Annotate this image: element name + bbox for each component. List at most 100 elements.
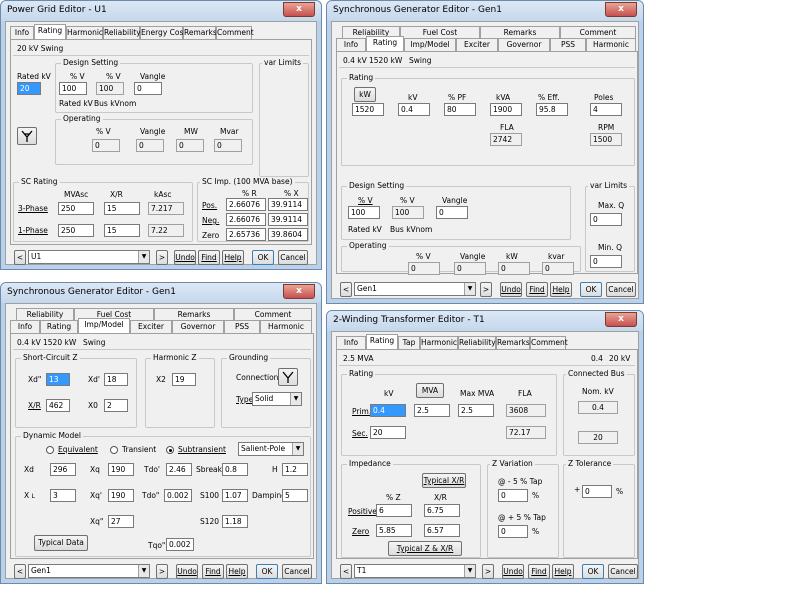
pos-r-input[interactable]: 2.66076: [226, 198, 266, 211]
grounding-type-dropdown[interactable]: Solid ▼: [252, 392, 302, 406]
damping-input[interactable]: 5: [282, 489, 308, 502]
next-button[interactable]: >: [480, 282, 492, 297]
cancel-button[interactable]: Cancel: [278, 250, 308, 265]
ok-button[interactable]: OK: [256, 564, 278, 579]
tolerance-input[interactable]: 0: [582, 485, 612, 498]
xq1-input[interactable]: 190: [108, 489, 134, 502]
tab-remarks[interactable]: Remarks: [496, 336, 530, 349]
tab-reliability[interactable]: Reliability: [103, 26, 141, 39]
tab-reliability[interactable]: Reliability: [458, 336, 496, 349]
tab-info[interactable]: Info: [10, 26, 34, 39]
title-bar[interactable]: 2-Winding Transformer Editor - T1 x: [327, 311, 643, 331]
tdo1-input[interactable]: 2.46: [166, 463, 192, 476]
equivalent-radio[interactable]: [46, 446, 54, 454]
design-v-input[interactable]: 100: [59, 82, 87, 95]
tab-tap[interactable]: Tap: [398, 336, 420, 349]
grid-symbol-button[interactable]: [17, 127, 37, 145]
close-button[interactable]: x: [283, 2, 315, 17]
tab-rating[interactable]: Rating: [34, 24, 66, 39]
tab-imp-model[interactable]: Imp/Model: [404, 38, 456, 51]
minus5-input[interactable]: 0: [498, 489, 528, 502]
sbreak-input[interactable]: 0.8: [222, 463, 248, 476]
tab-exciter[interactable]: Exciter: [456, 38, 498, 51]
id-dropdown[interactable]: T1 ▼: [354, 564, 476, 578]
xr-input[interactable]: 462: [46, 399, 70, 412]
prev-button[interactable]: <: [340, 282, 352, 297]
design-vangle-input[interactable]: 0: [134, 82, 162, 95]
close-button[interactable]: x: [605, 312, 637, 327]
id-dropdown[interactable]: Gen1 ▼: [28, 564, 150, 578]
tab-remarks[interactable]: Remarks: [183, 26, 217, 39]
kv-input[interactable]: 0.4: [398, 103, 430, 116]
sec-kv-input[interactable]: 20: [370, 426, 406, 439]
prev-button[interactable]: <: [14, 250, 26, 265]
pos-x-input[interactable]: 39.9114: [268, 198, 308, 211]
tab-info[interactable]: Info: [336, 38, 366, 51]
xd1-input[interactable]: 18: [104, 373, 128, 386]
rotor-type-dropdown[interactable]: Salient-Pole ▼: [238, 442, 304, 456]
kw-button[interactable]: kW: [354, 87, 376, 102]
x0-input[interactable]: 2: [104, 399, 128, 412]
undo-button[interactable]: Undo: [174, 250, 196, 265]
one-phase-xr-input[interactable]: 15: [104, 224, 140, 237]
s100-input[interactable]: 1.07: [222, 489, 248, 502]
three-phase-xr-input[interactable]: 15: [104, 202, 140, 215]
help-button[interactable]: Help: [550, 282, 572, 297]
max-mva-input[interactable]: 2.5: [458, 404, 494, 417]
one-phase-mvasc-input[interactable]: 250: [58, 224, 94, 237]
cancel-button[interactable]: Cancel: [282, 564, 312, 579]
tab-rating[interactable]: Rating: [366, 36, 404, 51]
x2-input[interactable]: 19: [172, 373, 196, 386]
xl-input[interactable]: 3: [50, 489, 76, 502]
tab-rating[interactable]: Rating: [366, 334, 398, 349]
kw-input[interactable]: 1520: [352, 103, 384, 116]
pf-input[interactable]: 80: [444, 103, 476, 116]
xd2-input[interactable]: 13: [46, 373, 70, 386]
tab-harmonic[interactable]: Harmonic: [66, 26, 103, 39]
eff-input[interactable]: 95.8: [536, 103, 568, 116]
min-q-input[interactable]: 0: [590, 255, 622, 268]
transient-radio[interactable]: [110, 446, 118, 454]
id-dropdown[interactable]: U1 ▼: [28, 250, 150, 264]
help-button[interactable]: Help: [552, 564, 574, 579]
tab-comment[interactable]: Comment: [530, 336, 568, 349]
find-button[interactable]: Find: [202, 564, 224, 579]
tqo2-input[interactable]: 0.002: [166, 538, 194, 551]
tab-exciter[interactable]: Exciter: [130, 320, 172, 333]
cancel-button[interactable]: Cancel: [606, 282, 636, 297]
subtransient-radio[interactable]: [166, 446, 174, 454]
prev-button[interactable]: <: [340, 564, 352, 579]
tab-governor[interactable]: Governor: [172, 320, 224, 333]
tab-harmonic[interactable]: Harmonic: [420, 336, 458, 349]
xq-input[interactable]: 190: [108, 463, 134, 476]
neg-x-input[interactable]: 39.9114: [268, 213, 308, 226]
typical-z-xr-button[interactable]: Typical Z & X/R: [388, 541, 462, 556]
tab-pss[interactable]: PSS: [550, 38, 586, 51]
ok-button[interactable]: OK: [580, 282, 602, 297]
zero-r-input[interactable]: 2.65736: [226, 228, 266, 241]
poles-input[interactable]: 4: [590, 103, 622, 116]
h-input[interactable]: 1.2: [282, 463, 308, 476]
typical-xr-button[interactable]: Typical X/R: [422, 473, 466, 488]
tab-rating[interactable]: Rating: [40, 320, 78, 333]
mva-button[interactable]: MVA: [416, 383, 444, 398]
positive-z-input[interactable]: 6: [376, 504, 412, 517]
undo-button[interactable]: Undo: [500, 282, 522, 297]
close-button[interactable]: x: [283, 284, 315, 299]
tab-harmonic[interactable]: Harmonic: [586, 38, 636, 51]
tab-imp-model[interactable]: Imp/Model: [78, 318, 130, 333]
ok-button[interactable]: OK: [582, 564, 604, 579]
tab-comment[interactable]: Comment: [216, 26, 254, 39]
find-button[interactable]: Find: [198, 250, 220, 265]
wye-connection-button[interactable]: [278, 368, 298, 386]
design-v-input[interactable]: 100: [348, 206, 380, 219]
undo-button[interactable]: Undo: [502, 564, 524, 579]
close-button[interactable]: x: [605, 2, 637, 17]
three-phase-mvasc-input[interactable]: 250: [58, 202, 94, 215]
find-button[interactable]: Find: [526, 282, 548, 297]
tab-info[interactable]: Info: [10, 320, 40, 333]
kva-input[interactable]: 1900: [490, 103, 522, 116]
neg-r-input[interactable]: 2.66076: [226, 213, 266, 226]
tab-info[interactable]: Info: [336, 336, 366, 349]
tdo2-input[interactable]: 0.002: [164, 489, 192, 502]
